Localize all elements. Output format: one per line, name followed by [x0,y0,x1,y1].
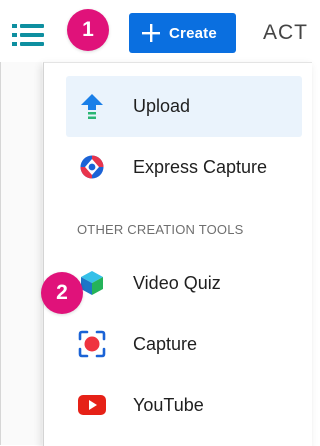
menu-item-label: Express Capture [133,156,268,177]
create-button-label: Create [169,24,217,42]
menu-item-upload[interactable]: Upload [66,76,302,137]
step-badge-1: 1 [67,9,109,51]
upload-arrow-icon [81,93,103,120]
menu-item-label: Video Quiz [133,272,221,293]
menu-item-express-capture[interactable]: Express Capture [66,137,302,197]
youtube-icon [78,395,106,415]
left-divider [0,62,1,445]
create-button[interactable]: Create [129,13,236,53]
plus-icon [142,24,160,42]
create-dropdown-menu: Upload Express Capture OTHER CREATION TO… [43,62,312,446]
menu-item-youtube[interactable]: YouTube [66,375,302,435]
menu-item-label: Capture [133,333,198,354]
menu-item-label: Upload [133,96,191,116]
capture-record-icon [78,330,106,358]
menu-item-video-quiz[interactable]: Video Quiz [66,253,302,313]
top-toolbar: 1 Create ACT [0,0,311,62]
video-quiz-cube-icon [80,270,104,296]
menu-item-capture[interactable]: Capture [66,314,302,374]
list-icon[interactable] [12,24,46,46]
toolbar-truncated-label[interactable]: ACT [263,21,308,45]
step-badge-2: 2 [41,272,83,314]
section-heading: OTHER CREATION TOOLS [77,222,244,237]
left-panel [0,62,42,445]
express-capture-icon [79,154,105,180]
menu-item-label: YouTube [133,394,204,415]
